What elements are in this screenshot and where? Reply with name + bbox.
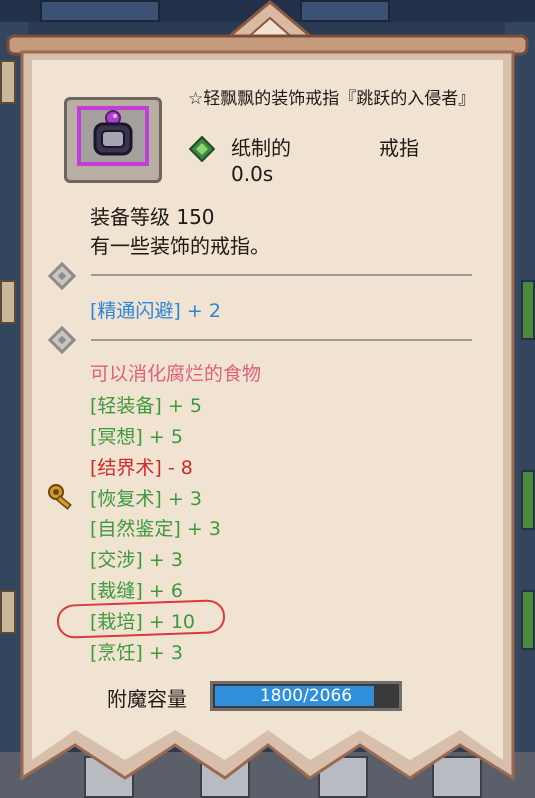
section-divider [91,274,472,276]
enchant-capacity-bar: 1800/2066 [210,681,402,711]
ring-icon [93,110,133,156]
bonus-stat: [精通闪避] + 2 [90,300,221,322]
skill-stat: [恢复术] + 3 [90,488,202,510]
skill-stat: [结界术] - 8 [90,457,193,479]
item-tooltip: ☆轻飘飘的装饰戒指『跳跃的入侵者』 纸制的 戒指 0.0s 装备等级 150 有… [0,0,535,798]
enchant-capacity-label: 附魔容量 [107,687,187,711]
enchant-capacity-value: 1800/2066 [259,686,353,706]
skill-stat: [冥想] + 5 [90,426,183,448]
item-material: 纸制的 [231,136,291,160]
special-effect: 可以消化腐烂的食物 [90,363,262,385]
section-diamond-icon [47,325,77,355]
item-title: ☆轻飘飘的装饰戒指『跳跃的入侵者』 [188,89,476,109]
item-description: 有一些装饰的戒指。 [90,234,270,258]
section-diamond-icon [47,261,77,291]
skill-stat: [交涉] + 3 [90,549,183,571]
item-time: 0.0s [231,162,274,186]
skill-stat: [裁缝] + 6 [90,580,183,602]
item-icon-frame [64,97,162,183]
key-icon [48,484,72,510]
skill-stat: [烹饪] + 3 [90,642,183,664]
skill-stat: [自然鉴定] + 3 [90,518,221,540]
highlight-circle-annotation [56,599,226,639]
item-rarity-border [77,106,149,166]
material-gem-icon [189,136,215,162]
equip-level: 装备等级 150 [90,205,215,229]
item-type: 戒指 [379,136,419,160]
skill-stat: [轻装备] + 5 [90,395,202,417]
section-divider [91,339,472,341]
